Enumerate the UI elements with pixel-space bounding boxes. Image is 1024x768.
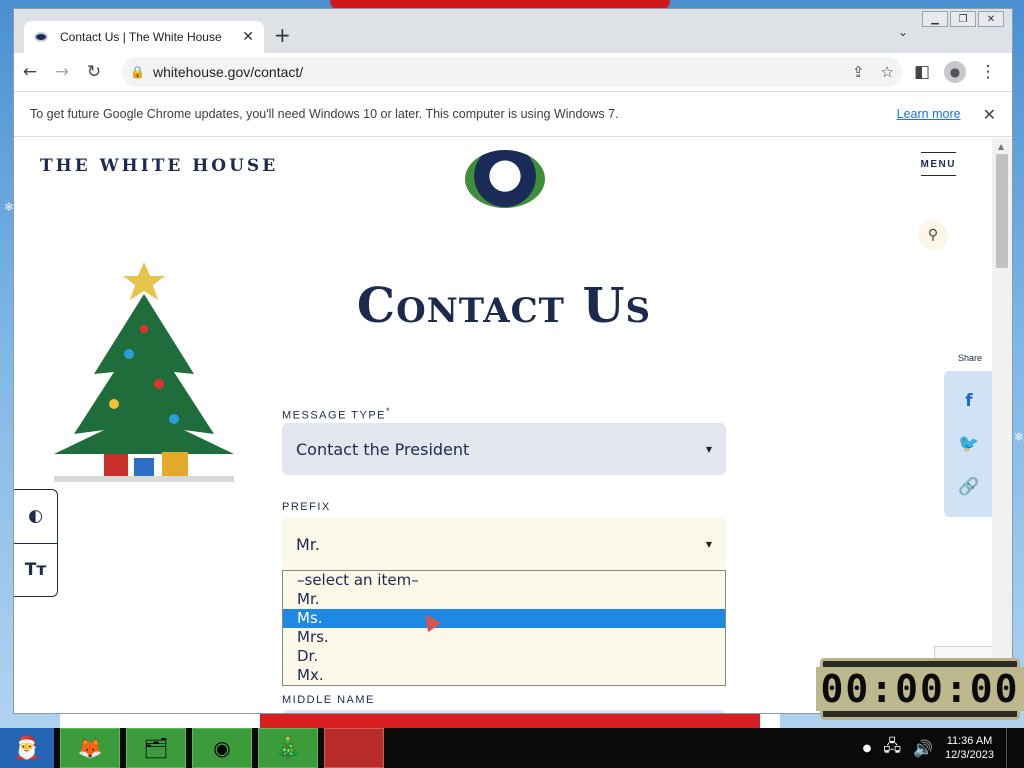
system-tray: ● 🖧 🔊 11:36 AM 12/3/2023 — [863, 728, 1024, 768]
clock-time: 11:36 AM — [946, 735, 993, 747]
tab-title: Contact Us | The White House — [60, 30, 222, 44]
taskbar-tree-app[interactable]: 🎄 — [258, 728, 318, 768]
back-arrow-icon[interactable]: ← — [14, 57, 46, 87]
copy-link-icon[interactable]: 🔗 — [958, 477, 979, 497]
prefix-option[interactable]: Mx. — [283, 666, 725, 685]
menu-button[interactable]: MENU — [920, 152, 956, 176]
minimize-button[interactable]: ▁ — [922, 11, 948, 27]
contrast-icon[interactable]: ◐ — [14, 490, 57, 544]
learn-more-link[interactable]: Learn more — [897, 107, 961, 121]
reload-icon[interactable]: ↻ — [78, 57, 110, 87]
timer-display: 00:00:00 — [816, 667, 1024, 711]
wallpaper-art — [60, 712, 780, 728]
tab-strip: Contact Us | The White House ✕ + ⌄ ▁ ❐ ✕ — [14, 9, 1012, 53]
prefix-option[interactable]: Dr. — [283, 647, 725, 666]
clock[interactable]: 11:36 AM 12/3/2023 — [945, 734, 994, 762]
timer-widget: 00:00:00 — [816, 658, 1024, 720]
side-panel-icon[interactable]: ◧ — [906, 57, 938, 87]
page-scrollbar[interactable]: ▲ — [992, 138, 1012, 713]
lock-icon[interactable]: 🔒 — [130, 65, 145, 79]
window-controls: ▁ ❐ ✕ — [922, 11, 1004, 27]
caret-down-icon: ▼ — [705, 444, 712, 454]
new-tab-button[interactable]: + — [274, 23, 291, 47]
tab-search-chevron-icon[interactable]: ⌄ — [898, 25, 908, 39]
address-bar[interactable]: 🔒 whitehouse.gov/contact/ ⇪ ☆ — [122, 57, 902, 87]
prefix-option-highlighted[interactable]: Ms. — [283, 609, 725, 628]
profile-avatar-icon[interactable]: ● — [944, 61, 966, 83]
taskbar-chrome[interactable]: ◉ — [192, 728, 252, 768]
taskbar-firefox[interactable]: 🦊 — [60, 728, 120, 768]
start-button[interactable]: 🎅 — [0, 728, 54, 768]
restore-button[interactable]: ❐ — [950, 11, 976, 27]
close-tab-icon[interactable]: ✕ — [242, 29, 254, 45]
tray-dot-icon[interactable]: ● — [863, 743, 872, 754]
taskbar-app[interactable] — [324, 728, 384, 768]
clock-date: 12/3/2023 — [945, 749, 994, 761]
prefix-label: PREFIX — [282, 501, 331, 513]
middle-name-label: MIDDLE NAME — [282, 694, 375, 706]
caret-down-icon: ▼ — [705, 539, 712, 549]
share-page-icon[interactable]: ⇪ — [852, 63, 865, 81]
kebab-menu-icon[interactable]: ⋮ — [972, 57, 1004, 87]
prefix-value: Mr. — [296, 534, 320, 554]
taskbar-explorer[interactable]: 🗂 — [126, 728, 186, 768]
prefix-option[interactable]: Mr. — [283, 590, 725, 609]
prefix-select[interactable]: Mr. ▼ — [282, 518, 726, 570]
prefix-dropdown-list[interactable]: –select an item– Mr. Ms. Mrs. Dr. Mx. — [282, 570, 726, 686]
tab-contact-us[interactable]: Contact Us | The White House ✕ — [24, 21, 264, 53]
text-size-icon[interactable]: Tт — [14, 544, 57, 597]
share-label: Share — [957, 353, 982, 363]
volume-icon[interactable]: 🔊 — [913, 739, 933, 758]
close-infobar-icon[interactable]: ✕ — [983, 105, 996, 124]
network-icon[interactable]: 🖧 — [883, 735, 901, 762]
chrome-icon: ◉ — [213, 736, 231, 760]
facebook-icon[interactable]: f — [965, 391, 972, 411]
chrome-window: Contact Us | The White House ✕ + ⌄ ▁ ❐ ✕… — [13, 8, 1013, 714]
folder-icon: 🗂 — [143, 736, 169, 760]
prefix-option[interactable]: –select an item– — [283, 571, 725, 590]
middle-name-input[interactable] — [282, 710, 726, 713]
forward-arrow-icon[interactable]: → — [46, 57, 78, 87]
infobar-message: To get future Google Chrome updates, you… — [30, 107, 619, 121]
show-desktop-button[interactable] — [1006, 728, 1016, 768]
toolbar-right: ◧ ● ⋮ — [906, 57, 1004, 87]
url-text[interactable]: whitehouse.gov/contact/ — [153, 64, 836, 80]
message-type-label: MESSAGE TYPE* — [282, 406, 392, 422]
share-panel: f 🐦 🔗 — [944, 371, 994, 517]
search-icon[interactable]: ⚲ — [918, 220, 948, 250]
twitter-icon[interactable]: 🐦 — [958, 434, 979, 454]
snowflake-decoration: ❄ — [1014, 430, 1024, 444]
required-marker: * — [386, 406, 392, 416]
accessibility-panel: ◐ Tт — [14, 489, 58, 597]
update-infobar: To get future Google Chrome updates, you… — [14, 91, 1012, 137]
close-window-button[interactable]: ✕ — [978, 11, 1004, 27]
browser-toolbar: ← → ↻ 🔒 whitehouse.gov/contact/ ⇪ ☆ ◧ ● … — [14, 53, 1012, 91]
scrollbar-thumb[interactable] — [996, 154, 1008, 268]
prefix-option[interactable]: Mrs. — [283, 628, 725, 647]
whitehouse-seal-logo[interactable] — [465, 150, 545, 208]
tree-icon: 🎄 — [275, 736, 301, 760]
whitehouse-favicon-icon — [34, 32, 48, 42]
site-brand[interactable]: THE WHITE HOUSE — [40, 156, 278, 176]
web-page: THE WHITE HOUSE MENU ⚲ Contact Us MESSAG… — [14, 138, 994, 713]
page-title: Contact Us — [356, 278, 652, 334]
taskbar: 🎅 🦊 🗂 ◉ 🎄 ● 🖧 🔊 11:36 AM 12/3/2023 — [0, 728, 1024, 768]
firefox-icon: 🦊 — [77, 736, 103, 760]
message-type-select[interactable]: Contact the President ▼ — [282, 423, 726, 475]
scroll-up-icon[interactable]: ▲ — [998, 142, 1004, 151]
message-type-value: Contact the President — [296, 439, 470, 459]
bookmark-star-icon[interactable]: ☆ — [881, 63, 894, 81]
